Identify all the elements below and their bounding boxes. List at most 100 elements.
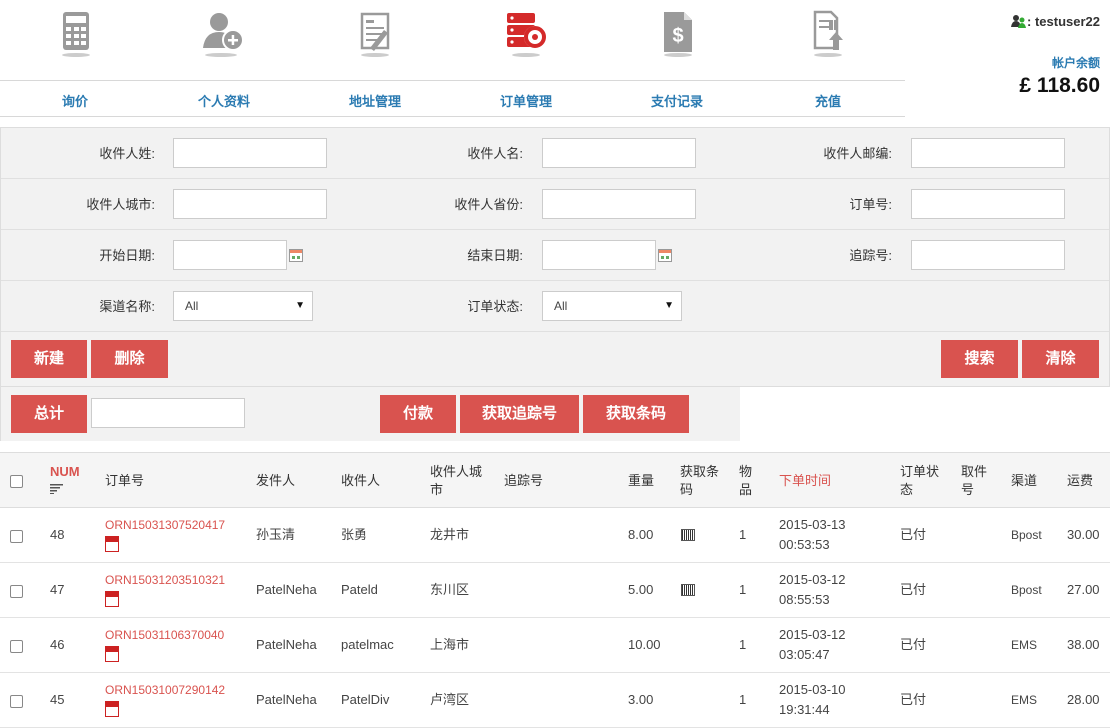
username[interactable]: testuser22: [1035, 14, 1100, 29]
dropdown-arrow-icon: ▼: [664, 300, 674, 311]
address-form-icon: [360, 12, 390, 57]
new-button[interactable]: 新建: [11, 340, 87, 378]
sort-icon[interactable]: [50, 484, 64, 494]
delete-button[interactable]: 删除: [91, 340, 168, 378]
row-items: 1: [739, 692, 747, 707]
row-recipient: patelmac: [341, 637, 394, 652]
weight-header: 重量: [628, 473, 655, 488]
row-weight: 10.00: [628, 637, 661, 652]
filter-row: 收件人城市: 收件人省份: 订单号:: [1, 179, 1109, 230]
row-city: 东川区: [430, 582, 470, 597]
nav-item-orders[interactable]: 订单管理: [451, 0, 601, 117]
row-status: 已付: [900, 527, 927, 542]
recipient-zip-input[interactable]: [911, 138, 1065, 168]
row-time: 00:53:53: [779, 537, 830, 552]
total-button[interactable]: 总计: [11, 395, 87, 433]
table-header: NUM 订单号 发件人 收件人 收件人城 市 追踪号 重量 获取条 码 物 品 …: [0, 452, 1110, 508]
recipient-province-input[interactable]: [542, 189, 696, 219]
pdf-icon[interactable]: [105, 591, 119, 607]
divider: [0, 116, 905, 117]
status-select-value: All: [554, 299, 568, 313]
row-recipient: PatelDiv: [341, 692, 390, 707]
row-checkbox[interactable]: [10, 695, 23, 708]
recipient-zip-label: 收件人邮编:: [823, 146, 892, 161]
total-input[interactable]: [91, 398, 245, 428]
row-channel: EMS: [1011, 693, 1038, 707]
row-recipient: Pateld: [341, 582, 378, 597]
filter-panel: 收件人姓: 收件人名: 收件人邮编: 收件人城市: 收件人省份: 订单号: 开始…: [0, 127, 1110, 387]
row-freight: 27.00: [1067, 582, 1100, 597]
row-status: 已付: [900, 637, 927, 652]
action-bar: 总计 付款 获取追踪号 获取条码: [0, 387, 740, 441]
row-status: 已付: [900, 692, 927, 707]
barcode-icon[interactable]: [681, 529, 695, 541]
search-button[interactable]: 搜索: [941, 340, 1018, 378]
get-tracking-button[interactable]: 获取追踪号: [460, 395, 579, 433]
recipient-first-name-input[interactable]: [542, 138, 696, 168]
nav-label: 支付记录: [650, 94, 703, 109]
row-freight: 28.00: [1067, 692, 1100, 707]
table-row: 47 ORN15031203510321 PatelNeha Pateld 东川区 5.0…: [0, 563, 1110, 618]
nav-item-inquiry[interactable]: 询价: [0, 0, 150, 117]
calendar-icon[interactable]: [658, 249, 672, 262]
row-items: 1: [739, 637, 747, 652]
row-items: 1: [739, 527, 747, 542]
order-number-label: 订单号:: [849, 197, 892, 212]
row-num: 46: [50, 637, 65, 652]
row-date: 2015-03-12: [779, 627, 846, 642]
pickup-header: 取件 号: [961, 464, 988, 497]
get-barcode-button[interactable]: 获取条码: [583, 395, 689, 433]
row-time: 19:31:44: [779, 702, 830, 717]
recipient-last-name-label: 收件人姓:: [99, 146, 155, 161]
order-manage-icon: [507, 13, 546, 57]
nav-item-payments[interactable]: $ 支付记录: [602, 0, 752, 117]
calendar-icon[interactable]: [289, 249, 303, 262]
recipient-last-name-input[interactable]: [173, 138, 327, 168]
pdf-icon[interactable]: [105, 646, 119, 662]
recipient-city-input[interactable]: [173, 189, 327, 219]
nav-item-address[interactable]: 地址管理: [300, 0, 450, 117]
row-city: 上海市: [430, 637, 470, 652]
row-checkbox[interactable]: [10, 640, 23, 653]
tracking-number-input[interactable]: [911, 240, 1065, 270]
row-checkbox[interactable]: [10, 585, 23, 598]
calculator-icon: [62, 12, 90, 57]
row-sender: PatelNeha: [256, 582, 317, 597]
order-number-link[interactable]: ORN15031307520417: [105, 515, 225, 535]
row-checkbox[interactable]: [10, 530, 23, 543]
pdf-icon[interactable]: [105, 536, 119, 552]
status-header: 订单状 态: [900, 464, 940, 497]
start-date-input[interactable]: [173, 240, 287, 270]
order-number-link[interactable]: ORN15031106370040: [105, 625, 224, 645]
row-date: 2015-03-12: [779, 572, 846, 587]
city-header: 收件人城 市: [430, 464, 483, 497]
nav-label: 订单管理: [499, 94, 552, 109]
order-number-link[interactable]: ORN15031203510321: [105, 570, 225, 590]
clear-button[interactable]: 清除: [1022, 340, 1099, 378]
row-date: 2015-03-13: [779, 517, 846, 532]
order-number-input[interactable]: [911, 189, 1065, 219]
nav-item-recharge[interactable]: 充值: [753, 0, 903, 117]
pdf-icon[interactable]: [105, 701, 119, 717]
barcode-icon[interactable]: [681, 584, 695, 596]
num-header[interactable]: NUM: [50, 463, 80, 481]
row-num: 47: [50, 582, 65, 597]
select-all-checkbox[interactable]: [10, 475, 23, 488]
row-sender: PatelNeha: [256, 692, 317, 707]
row-time: 08:55:53: [779, 592, 830, 607]
row-num: 48: [50, 527, 65, 542]
divider: [0, 80, 905, 81]
order-no-header: 订单号: [105, 473, 145, 488]
nav-item-profile[interactable]: 个人资料: [149, 0, 299, 117]
nav-label: 询价: [61, 94, 88, 109]
order-number-link[interactable]: ORN15031007290142: [105, 680, 225, 700]
status-select[interactable]: All ▼: [542, 291, 682, 321]
pay-button[interactable]: 付款: [380, 395, 456, 433]
user-icon[interactable]: [1011, 14, 1027, 28]
end-date-input[interactable]: [542, 240, 656, 270]
channel-select[interactable]: All ▼: [173, 291, 313, 321]
order-time-header[interactable]: 下单时间: [779, 472, 831, 490]
row-channel: Bpost: [1011, 528, 1042, 542]
row-recipient: 张勇: [341, 527, 368, 542]
row-city: 卢湾区: [430, 692, 470, 707]
